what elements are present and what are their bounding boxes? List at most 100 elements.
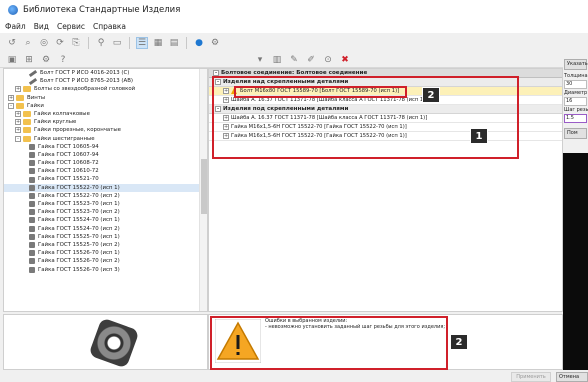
tree-item[interactable]: Гайка ГОСТ 15523-70 (исп 1): [4, 200, 207, 208]
tree-item-label: Болты со звездообразной головкой: [34, 86, 136, 93]
tree-item[interactable]: + Гайки колпачковые: [4, 110, 207, 118]
viewport-area: [563, 153, 588, 370]
annotation-badge: 2: [450, 334, 468, 350]
settings2-icon[interactable]: ✐: [305, 54, 317, 66]
expand-icon[interactable]: +: [15, 127, 21, 134]
tree-item-label: Гайки шестигранные: [34, 135, 95, 142]
collapse-icon[interactable]: -: [15, 135, 21, 142]
tree-scrollbar[interactable]: [199, 69, 207, 311]
tree-item-label: Гайка ГОСТ 15526-70 (исп 3): [38, 266, 120, 273]
menu-service[interactable]: Сервис: [57, 22, 85, 31]
tree-item-label: Гайка ГОСТ 15524-70 (исп 1): [38, 217, 120, 224]
reset-icon[interactable]: ↺: [6, 37, 18, 49]
diameter-field[interactable]: 16: [564, 97, 587, 106]
tree-item[interactable]: Гайка ГОСТ 10610-72: [4, 167, 207, 175]
tree-item-label: Болт ГОСТ Р ИСО 8765-2013 (АВ): [40, 78, 134, 85]
menu-view[interactable]: Вид: [34, 22, 49, 31]
tree-item[interactable]: - Гайки шестигранные: [4, 135, 207, 143]
help-icon[interactable]: ●: [193, 37, 205, 49]
tree-item-label: Гайки колпачковые: [34, 110, 90, 117]
tree-item[interactable]: Гайка ГОСТ 10607-94: [4, 151, 207, 159]
refresh-icon[interactable]: ⟳: [54, 37, 66, 49]
nut-icon: [29, 266, 35, 273]
view-table-icon[interactable]: ▤: [168, 37, 180, 49]
add-icon[interactable]: ⊞: [23, 54, 35, 66]
help-icon[interactable]: ?: [57, 54, 69, 66]
nut-icon: [29, 160, 35, 167]
tree-item-label: Гайка ГОСТ 10605-94: [38, 143, 99, 150]
nut-icon: [29, 184, 35, 191]
nut-icon: [29, 242, 35, 249]
nut-icon: [29, 217, 35, 224]
folder-icon: [23, 119, 31, 126]
tree-item[interactable]: Гайка ГОСТ 15524-70 (исп 1): [4, 216, 207, 224]
view-list-icon[interactable]: ☰: [136, 37, 148, 49]
tree-item-label: Гайка ГОСТ 15523-70 (исп 2): [38, 209, 120, 216]
tree-item[interactable]: + Гайки круглые: [4, 118, 207, 126]
specify-button[interactable]: Указать: [564, 59, 588, 70]
tree-item[interactable]: Гайка ГОСТ 15526-70 (исп 3): [4, 266, 207, 274]
tree-item[interactable]: Гайка ГОСТ 10605-94: [4, 143, 207, 151]
tree-item[interactable]: Гайка ГОСТ 15526-70 (исп 2): [4, 257, 207, 265]
secondary-toolbar: ▣ ⊞ ⚙ ? ▾ ▥ ✎ ✐ ⊙ ✖: [0, 53, 588, 68]
nut-icon: [29, 176, 35, 183]
tree-item[interactable]: + Винты: [4, 94, 207, 102]
tree-item[interactable]: Гайка ГОСТ 10608-72: [4, 159, 207, 167]
scrollbar-thumb[interactable]: [201, 159, 207, 214]
thread-pitch-field[interactable]: 1.5: [564, 114, 587, 123]
tree-item[interactable]: + Болты со звездообразной головкой: [4, 85, 207, 93]
copy-icon[interactable]: ⎘: [70, 37, 82, 49]
settings-icon[interactable]: ⚙: [209, 37, 221, 49]
expand-icon[interactable]: +: [15, 86, 21, 93]
nut-icon: [29, 250, 35, 257]
zoom-icon[interactable]: ◎: [38, 37, 50, 49]
help-button[interactable]: Пом: [564, 128, 587, 139]
tree-item-label: Гайка ГОСТ 15522-70 (исп 2): [38, 192, 120, 199]
tree-item[interactable]: Гайка ГОСТ 15525-70 (исп 1): [4, 233, 207, 241]
menu-help[interactable]: Справка: [93, 22, 126, 31]
thickness-field[interactable]: 30: [564, 80, 587, 89]
view-grid-icon[interactable]: ▦: [152, 37, 164, 49]
search-icon[interactable]: ⌕: [22, 37, 34, 49]
delete-icon[interactable]: ✖: [339, 54, 351, 66]
tree-item[interactable]: Гайка ГОСТ 15524-70 (исп 2): [4, 225, 207, 233]
tree-item[interactable]: Гайка ГОСТ 15525-70 (исп 2): [4, 241, 207, 249]
expand-icon[interactable]: +: [8, 94, 14, 101]
nut-icon: [29, 192, 35, 199]
tree-item-label: Винты: [27, 94, 46, 101]
library-icon[interactable]: ▣: [6, 54, 18, 66]
target-icon[interactable]: ⊙: [322, 54, 334, 66]
cancel-button[interactable]: Отмена: [556, 372, 588, 382]
tree-item[interactable]: Гайка ГОСТ 15523-70 (исп 2): [4, 208, 207, 216]
main-toolbar: ↺ ⌕ ◎ ⟳ ⎘ ⚲ ▭ ☰ ▦ ▤ ● ⚙: [0, 35, 588, 51]
settings-icon[interactable]: ⚙: [40, 54, 52, 66]
nut-icon: [29, 168, 35, 175]
tree-item[interactable]: Гайка ГОСТ 15522-70 (исп 1): [4, 183, 207, 192]
tree-item[interactable]: Гайка ГОСТ 15521-70: [4, 175, 207, 183]
library-tree[interactable]: Болт ГОСТ Р ИСО 4016-2013 (С) Болт ГОСТ Р…: [3, 68, 208, 312]
apply-button[interactable]: Применить: [511, 372, 551, 382]
table-icon[interactable]: ▥: [271, 54, 283, 66]
menu-file[interactable]: Файл: [5, 22, 26, 31]
tree-item[interactable]: Болт ГОСТ Р ИСО 4016-2013 (С): [4, 69, 207, 77]
filter-icon[interactable]: ⚲: [95, 37, 107, 49]
save-icon[interactable]: ▾: [254, 54, 266, 66]
collapse-icon[interactable]: -: [8, 102, 14, 109]
nut-icon: [29, 225, 35, 232]
expand-icon[interactable]: +: [15, 119, 21, 126]
tree-item-label: Гайки: [27, 102, 44, 109]
tree-item[interactable]: - Гайки: [4, 102, 207, 110]
annotation-badge: 1: [470, 128, 488, 144]
parameters-panel: Указать Толщина 30 Диаметр 16 Шаг резьб …: [563, 58, 588, 370]
title-bar: Библиотека Стандартные Изделия: [0, 0, 588, 20]
tree-item[interactable]: Гайка ГОСТ 15522-70 (исп 2): [4, 192, 207, 200]
folder-icon[interactable]: ▭: [111, 37, 123, 49]
annotation-box-3: [210, 316, 448, 370]
tree-item[interactable]: Гайка ГОСТ 15526-70 (исп 1): [4, 249, 207, 257]
tree-item[interactable]: Болт ГОСТ Р ИСО 8765-2013 (АВ): [4, 77, 207, 85]
toolbar-separator: [88, 37, 89, 49]
expand-icon[interactable]: +: [15, 111, 21, 118]
tree-item[interactable]: + Гайки прорезные, корончатые: [4, 126, 207, 134]
folder-icon: [23, 135, 31, 142]
settings-icon[interactable]: ✎: [288, 54, 300, 66]
